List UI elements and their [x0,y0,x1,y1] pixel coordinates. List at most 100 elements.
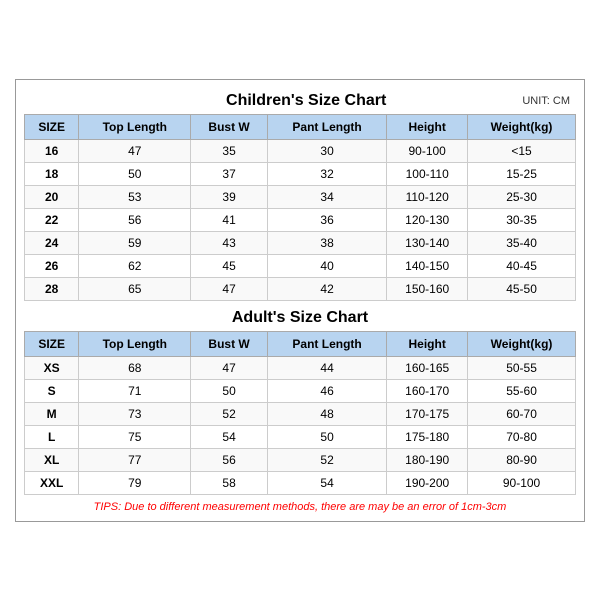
table-cell: 90-100 [468,471,576,494]
table-cell: 53 [79,185,191,208]
table-cell: XS [25,356,79,379]
adults-table: SIZE Top Length Bust W Pant Length Heigh… [24,331,576,495]
table-cell: 110-120 [387,185,468,208]
adults-col-bust: Bust W [191,331,268,356]
table-cell: 58 [191,471,268,494]
tips-text: TIPS: Due to different measurement metho… [24,501,576,513]
children-col-weight: Weight(kg) [468,114,576,139]
table-cell: 65 [79,277,191,300]
table-cell: 56 [191,448,268,471]
table-cell: 56 [79,208,191,231]
table-cell: 50-55 [468,356,576,379]
adults-col-weight: Weight(kg) [468,331,576,356]
table-row: 22564136120-13030-35 [25,208,576,231]
table-cell: 46 [267,379,386,402]
table-cell: 41 [191,208,268,231]
table-cell: 20 [25,185,79,208]
table-cell: 35-40 [468,231,576,254]
table-cell: 47 [191,356,268,379]
table-cell: XL [25,448,79,471]
table-cell: 36 [267,208,386,231]
table-cell: 120-130 [387,208,468,231]
table-cell: 54 [191,425,268,448]
table-cell: 32 [267,162,386,185]
table-cell: L [25,425,79,448]
children-col-bust: Bust W [191,114,268,139]
table-cell: 175-180 [387,425,468,448]
table-cell: 18 [25,162,79,185]
table-cell: 54 [267,471,386,494]
adults-col-pant: Pant Length [267,331,386,356]
adults-col-height: Height [387,331,468,356]
table-cell: <15 [468,139,576,162]
table-cell: 30-35 [468,208,576,231]
table-cell: 140-150 [387,254,468,277]
table-cell: 190-200 [387,471,468,494]
table-cell: 90-100 [387,139,468,162]
table-cell: 45-50 [468,277,576,300]
table-cell: 160-170 [387,379,468,402]
table-cell: 47 [191,277,268,300]
adults-col-size: SIZE [25,331,79,356]
table-cell: 37 [191,162,268,185]
table-row: S715046160-17055-60 [25,379,576,402]
table-cell: 28 [25,277,79,300]
children-title-row: Children's Size Chart UNIT: CM [24,88,576,114]
table-cell: 160-165 [387,356,468,379]
table-cell: 130-140 [387,231,468,254]
table-cell: 80-90 [468,448,576,471]
table-cell: 44 [267,356,386,379]
children-title: Children's Size Chart [90,92,522,110]
table-cell: 15-25 [468,162,576,185]
table-cell: 39 [191,185,268,208]
table-cell: 150-160 [387,277,468,300]
children-col-top-length: Top Length [79,114,191,139]
table-cell: M [25,402,79,425]
table-cell: 62 [79,254,191,277]
adults-title-row: Adult's Size Chart [24,305,576,331]
table-cell: 75 [79,425,191,448]
table-cell: 26 [25,254,79,277]
table-row: M735248170-17560-70 [25,402,576,425]
table-cell: 180-190 [387,448,468,471]
table-cell: 68 [79,356,191,379]
table-cell: 16 [25,139,79,162]
children-unit: UNIT: CM [522,95,570,107]
table-cell: 30 [267,139,386,162]
adults-section: Adult's Size Chart SIZE Top Length Bust … [24,305,576,495]
table-cell: 59 [79,231,191,254]
table-cell: 60-70 [468,402,576,425]
table-row: L755450175-18070-80 [25,425,576,448]
table-cell: 52 [191,402,268,425]
table-cell: 100-110 [387,162,468,185]
children-col-pant: Pant Length [267,114,386,139]
table-cell: 48 [267,402,386,425]
children-section: Children's Size Chart UNIT: CM SIZE Top … [24,88,576,301]
table-row: 18503732100-11015-25 [25,162,576,185]
table-cell: 25-30 [468,185,576,208]
table-cell: 71 [79,379,191,402]
table-cell: 40-45 [468,254,576,277]
table-cell: 43 [191,231,268,254]
table-cell: 73 [79,402,191,425]
table-cell: 24 [25,231,79,254]
table-row: 24594338130-14035-40 [25,231,576,254]
table-row: XS684744160-16550-55 [25,356,576,379]
table-cell: 79 [79,471,191,494]
table-cell: 52 [267,448,386,471]
table-cell: 42 [267,277,386,300]
table-cell: 77 [79,448,191,471]
table-cell: 35 [191,139,268,162]
children-col-height: Height [387,114,468,139]
table-row: XL775652180-19080-90 [25,448,576,471]
table-row: 20533934110-12025-30 [25,185,576,208]
table-cell: 22 [25,208,79,231]
table-cell: 45 [191,254,268,277]
table-cell: 50 [191,379,268,402]
table-cell: 34 [267,185,386,208]
table-cell: 47 [79,139,191,162]
table-cell: 50 [79,162,191,185]
table-cell: S [25,379,79,402]
table-row: 26624540140-15040-45 [25,254,576,277]
children-col-size: SIZE [25,114,79,139]
